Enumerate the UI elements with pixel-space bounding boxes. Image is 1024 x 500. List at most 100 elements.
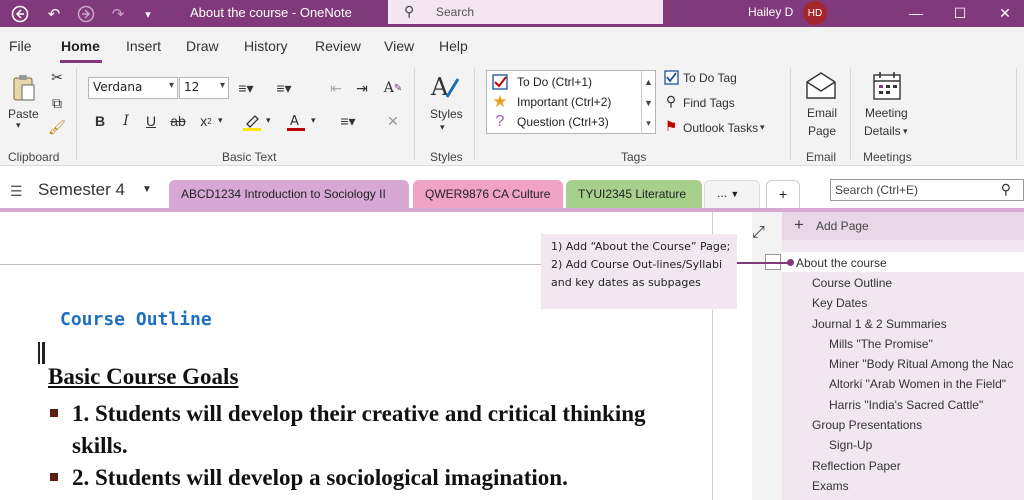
increase-indent-icon[interactable]: ⇥ [352, 79, 372, 97]
meeting-details-icon[interactable] [870, 70, 904, 102]
page-canvas[interactable]: ⤢ 1) Add “About the Course” Page; 2) Add… [0, 212, 767, 500]
todo-tag-button[interactable]: To Do Tag [683, 71, 737, 85]
tab-insert[interactable]: Insert [126, 38, 161, 54]
page-item[interactable]: Journal 1 & 2 Summaries [812, 317, 947, 331]
meeting-details-label-1[interactable]: Meeting [865, 106, 908, 120]
expand-icon[interactable]: ⤢ [752, 224, 765, 242]
notebook-search-input[interactable]: Search (Ctrl+E) ⚲ [830, 179, 1024, 201]
maximize-icon[interactable]: ☐ [948, 3, 972, 23]
user-name[interactable]: Hailey D [748, 5, 793, 19]
note-container[interactable]: 1) Add “About the Course” Page; 2) Add C… [541, 234, 737, 309]
italic-icon[interactable]: I [118, 112, 134, 130]
tab-home[interactable]: Home [61, 38, 100, 54]
font-name-combo[interactable]: Verdana ▾ [88, 77, 178, 99]
strikethrough-icon[interactable]: ab [168, 112, 188, 130]
page-item[interactable]: Reflection Paper [812, 459, 901, 473]
font-size-combo[interactable]: 12 ▾ [179, 77, 229, 99]
search-box[interactable]: ⚲ Search [388, 0, 663, 24]
gallery-more-icon[interactable]: ▾ [641, 113, 655, 134]
page-item[interactable]: About the course [796, 256, 887, 270]
chevron-down-icon[interactable]: ▼ [142, 184, 152, 195]
outlook-tasks-button[interactable]: Outlook Tasks [683, 121, 758, 135]
redo-icon[interactable]: ↷ [108, 4, 128, 24]
copy-icon[interactable]: ⧉ [48, 94, 66, 112]
page-item[interactable]: Harris "India's Sacred Cattle" [829, 398, 983, 412]
page-item[interactable]: Sign-Up [829, 438, 872, 452]
goal-item[interactable]: 1. Students will develop their creative … [72, 398, 672, 462]
format-painter-icon[interactable]: 🖌 [48, 118, 66, 136]
outlook-tasks-icon[interactable]: ⚑ [663, 118, 679, 134]
todo-tag-icon[interactable] [663, 69, 679, 85]
find-tags-icon[interactable]: ⚲ [663, 93, 679, 109]
goal-item[interactable]: 2. Students will develop a sociological … [72, 462, 672, 494]
page-item[interactable]: Key Dates [812, 296, 867, 310]
email-page-label-2[interactable]: Page [808, 124, 836, 138]
page-item[interactable]: Miner "Body Ritual Among the Nac [829, 357, 1013, 371]
chevron-down-icon[interactable]: ▾ [218, 115, 223, 126]
chevron-down-icon[interactable]: ▾ [760, 122, 765, 133]
tag-todo[interactable]: To Do (Ctrl+1) [489, 72, 639, 92]
chevron-down-icon[interactable]: ▾ [903, 126, 908, 137]
find-tags-button[interactable]: Find Tags [683, 96, 735, 110]
page-item[interactable]: Course Outline [812, 276, 892, 290]
clear-formatting-icon[interactable]: A ✎ [382, 77, 404, 99]
email-page-icon[interactable] [804, 70, 838, 102]
text-cursor [38, 342, 45, 364]
section-tab-culture[interactable]: QWER9876 CA Culture [413, 180, 563, 210]
delete-icon[interactable]: ✕ [384, 112, 402, 130]
underline-icon[interactable]: U [143, 112, 159, 130]
more-sections-button[interactable]: ... ▼ [704, 180, 760, 210]
meeting-details-label-2[interactable]: Details [864, 124, 901, 138]
align-icon[interactable]: ≡▾ [334, 111, 362, 131]
paste-dropdown-icon[interactable]: ▾ [16, 120, 21, 131]
page-item[interactable]: Mills "The Promise" [829, 337, 933, 351]
chevron-down-icon[interactable]: ▾ [311, 115, 316, 126]
bold-icon[interactable]: B [92, 112, 108, 130]
customize-toolbar-icon[interactable]: ▾ [138, 4, 158, 24]
highlight-icon[interactable] [240, 111, 264, 133]
chevron-down-icon[interactable]: ▾ [440, 122, 445, 133]
decrease-indent-icon[interactable]: ⇤ [326, 79, 346, 97]
section-tab-sociology[interactable]: ABCD1234 Introduction to Sociology II [169, 180, 409, 210]
close-icon[interactable]: ✕ [993, 3, 1017, 23]
styles-button[interactable]: Styles [430, 107, 463, 121]
paste-button[interactable]: Paste [8, 107, 39, 121]
back-icon[interactable] [10, 4, 30, 24]
chevron-down-icon: ▾ [168, 80, 174, 91]
add-section-button[interactable]: + [766, 180, 800, 210]
numbering-icon[interactable]: ≡▾ [270, 79, 298, 97]
tab-help[interactable]: Help [439, 38, 468, 54]
gallery-down-icon[interactable]: ▼ [641, 92, 655, 113]
styles-icon[interactable]: A [428, 70, 462, 104]
avatar[interactable]: HD [803, 1, 827, 25]
tags-gallery: To Do (Ctrl+1) ★ Important (Ctrl+2) ? Qu… [486, 70, 656, 134]
forward-icon[interactable] [76, 4, 96, 24]
subscript-icon[interactable]: x2 [196, 112, 216, 130]
minimize-icon[interactable]: — [904, 3, 928, 23]
tab-review[interactable]: Review [315, 38, 361, 54]
notebook-name[interactable]: Semester 4 [38, 180, 125, 200]
section-tab-literature[interactable]: TYUI2345 Literature [566, 180, 702, 210]
cut-icon[interactable]: ✂ [48, 68, 66, 86]
tab-draw[interactable]: Draw [186, 38, 219, 54]
undo-icon[interactable]: ↶ [44, 4, 64, 24]
paste-icon[interactable] [10, 72, 38, 104]
tab-history[interactable]: History [244, 38, 288, 54]
email-page-label-1[interactable]: Email [807, 106, 837, 120]
page-item[interactable]: Exams [812, 479, 849, 493]
tab-file[interactable]: File [9, 38, 32, 54]
bullets-icon[interactable]: ≡▾ [232, 79, 260, 97]
goals-heading[interactable]: Basic Course Goals [48, 364, 238, 390]
tab-view[interactable]: View [384, 38, 414, 54]
outline-title[interactable]: Course Outline [60, 309, 212, 330]
page-item[interactable]: Altorki "Arab Women in the Field" [829, 377, 1006, 391]
add-page-button[interactable]: + Add Page [782, 212, 1024, 240]
plus-icon: + [794, 215, 804, 234]
chevron-down-icon[interactable]: ▾ [266, 115, 271, 126]
tag-question[interactable]: ? Question (Ctrl+3) [489, 112, 639, 132]
font-color-icon[interactable]: A [284, 111, 308, 133]
page-item[interactable]: Group Presentations [812, 418, 922, 432]
tag-important[interactable]: ★ Important (Ctrl+2) [489, 92, 639, 112]
notebook-icon[interactable]: ☰ [10, 183, 23, 200]
gallery-up-icon[interactable]: ▲ [641, 71, 655, 92]
